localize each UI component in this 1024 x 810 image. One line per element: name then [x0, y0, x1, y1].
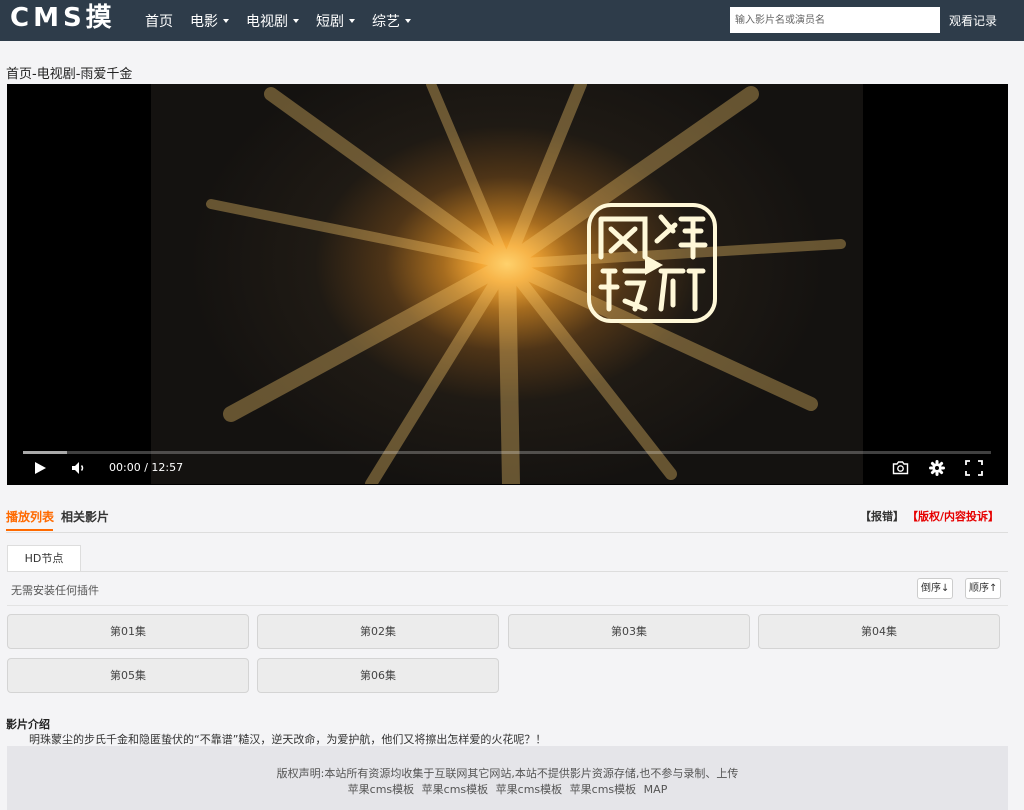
- caret-down-icon: [223, 18, 229, 23]
- source-tab-hd[interactable]: HD节点: [7, 545, 81, 572]
- nav-label: 综艺: [372, 13, 400, 30]
- footer: 版权声明:本站所有资源均收集于互联网其它网站,本站不提供影片资源存储,也不参与录…: [7, 746, 1008, 810]
- plugin-note: 无需安装任何插件: [11, 584, 99, 597]
- progress-bar[interactable]: [23, 451, 991, 454]
- nav-item-variety[interactable]: 综艺: [372, 11, 411, 31]
- footer-link-map[interactable]: MAP: [644, 783, 668, 796]
- top-navbar: CMS摸 首页 电影 电视剧 短剧 综艺 观看记录: [0, 0, 1024, 41]
- time-display: 00:00 / 12:57: [109, 461, 184, 474]
- progress-fill: [23, 451, 67, 454]
- search-input[interactable]: [730, 7, 940, 33]
- intro-heading: 影片介绍: [6, 718, 50, 731]
- fullscreen-icon[interactable]: [965, 460, 983, 476]
- nav-label: 短剧: [316, 13, 344, 30]
- divider: [7, 571, 1008, 572]
- nav-item-tv[interactable]: 电视剧: [246, 11, 299, 31]
- episode-button[interactable]: 第02集: [257, 614, 499, 649]
- nav-item-home[interactable]: 首页: [145, 11, 173, 31]
- footer-link[interactable]: 苹果cms模板: [422, 783, 489, 796]
- nav-label: 电影: [190, 13, 218, 30]
- footer-link[interactable]: 苹果cms模板: [348, 783, 415, 796]
- episode-button[interactable]: 第03集: [508, 614, 750, 649]
- camera-icon[interactable]: [892, 460, 909, 475]
- nav-item-movies[interactable]: 电影: [190, 11, 229, 31]
- episode-button[interactable]: 第05集: [7, 658, 249, 693]
- caret-down-icon: [293, 18, 299, 23]
- divider: [6, 532, 1008, 533]
- active-tab-indicator: [6, 529, 53, 531]
- sort-desc-button[interactable]: 倒序↓: [917, 578, 954, 599]
- play-icon[interactable]: [33, 461, 47, 475]
- caret-down-icon: [405, 18, 411, 23]
- nav-label: 电视剧: [246, 13, 288, 30]
- episode-button[interactable]: 第06集: [257, 658, 499, 693]
- episode-button[interactable]: 第01集: [7, 614, 249, 649]
- caret-down-icon: [349, 18, 355, 23]
- video-frame[interactable]: [151, 84, 863, 484]
- video-player[interactable]: 00:00 / 12:57: [7, 84, 1008, 485]
- intro-text: 明珠蒙尘的步氏千金和隐匿蛰伏的“不靠谱”糙汉，逆天改命，为爱护航，他们又将擦出怎…: [29, 733, 547, 746]
- copyright-complaint-link[interactable]: 【版权/内容投诉】: [907, 508, 999, 524]
- tab-playlist[interactable]: 播放列表: [6, 508, 54, 525]
- copyright-disclaimer: 版权声明:本站所有资源均收集于互联网其它网站,本站不提供影片资源存储,也不参与录…: [276, 767, 739, 780]
- watch-history-link[interactable]: 观看记录: [949, 12, 997, 29]
- report-error-link[interactable]: 【报错】: [860, 508, 904, 524]
- footer-link[interactable]: 苹果cms模板: [496, 783, 563, 796]
- sort-asc-button[interactable]: 顺序↑: [965, 578, 1002, 599]
- site-logo[interactable]: CMS摸: [10, 1, 116, 35]
- nav-label: 首页: [145, 13, 173, 30]
- main-nav: 首页 电影 电视剧 短剧 综艺: [145, 0, 428, 41]
- nav-item-shorts[interactable]: 短剧: [316, 11, 355, 31]
- watermark-logo: [587, 203, 717, 323]
- tab-related[interactable]: 相关影片: [61, 508, 109, 525]
- volume-icon[interactable]: [71, 461, 87, 475]
- divider: [7, 605, 1008, 606]
- light-rays: [206, 84, 846, 484]
- footer-link[interactable]: 苹果cms模板: [570, 783, 637, 796]
- gear-icon[interactable]: [929, 460, 945, 476]
- breadcrumb: 首页-电视剧-雨爱千金: [6, 67, 133, 82]
- footer-links: 苹果cms模板 苹果cms模板 苹果cms模板 苹果cms模板 MAP: [7, 781, 1008, 797]
- episode-button[interactable]: 第04集: [758, 614, 1000, 649]
